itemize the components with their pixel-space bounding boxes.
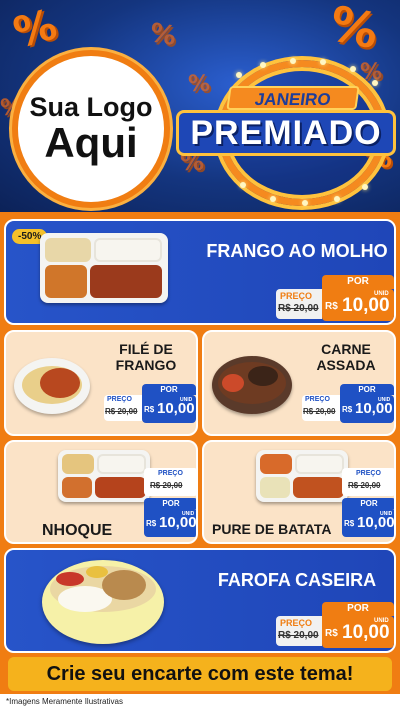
- cta-banner[interactable]: Crie seu encarte com este tema!: [8, 657, 392, 691]
- currency: R$: [146, 519, 157, 528]
- item-name: CARNE ASSADA: [298, 341, 394, 373]
- currency: R$: [325, 301, 338, 312]
- logo-line1: Sua Logo: [29, 91, 153, 122]
- item-name: PURE DE BATATA: [212, 521, 332, 537]
- currency: R$: [342, 405, 353, 414]
- price-value: 10,00: [342, 295, 390, 316]
- food-tray-image: [256, 450, 348, 502]
- price-box: R$ 10,00 UNID: [144, 509, 196, 537]
- preco-label: PREÇO: [107, 396, 132, 403]
- badge-janeiro: JANEIRO: [226, 86, 360, 110]
- old-price: R$ 20,00: [303, 407, 336, 416]
- item-name-line2: FRANGO: [115, 356, 177, 373]
- price-box: R$ 10,00 UNID: [340, 395, 394, 423]
- por-label: POR: [144, 498, 196, 509]
- food-bowl-image: [212, 356, 292, 414]
- header-banner: % % % % % % % % JANEIRO PREMIADO Sua Log…: [0, 0, 400, 212]
- item-name-line2: ASSADA: [316, 356, 376, 373]
- light-bulb-icon: [302, 200, 308, 206]
- unit-label: UNID: [182, 511, 195, 517]
- old-price: R$ 20,00: [278, 303, 319, 314]
- price-tag: PREÇO R$ 20,00 POR R$ 10,00 UNID: [340, 468, 394, 540]
- food-bowl-image: [14, 358, 90, 414]
- item-name: FRANGO AO MOLHO: [206, 241, 388, 261]
- unit-label: UNID: [374, 618, 389, 624]
- food-bowl-image: [42, 560, 164, 644]
- price-box: R$ 10,00 UNID: [322, 616, 394, 648]
- light-bulb-icon: [260, 62, 266, 68]
- logo-placeholder[interactable]: Sua Logo Aqui: [12, 50, 170, 208]
- price-tag: POR PREÇO R$ 20,00 R$ 10,00 UNID: [276, 602, 394, 648]
- unit-label: UNID: [180, 397, 193, 403]
- light-bulb-icon: [372, 80, 378, 86]
- por-label: POR: [142, 384, 196, 395]
- item-name: NHOQUE: [42, 522, 113, 539]
- product-card-nhoque[interactable]: NHOQUE PREÇO R$ 20,00 POR R$ 10,00 UNID: [4, 440, 198, 544]
- price-tag: POR PREÇO R$ 20,00 R$ 10,00 UNID: [276, 275, 394, 321]
- por-label: POR: [342, 498, 394, 509]
- food-tray-image: [40, 233, 168, 303]
- percent-decoration-icon: %: [360, 60, 383, 85]
- unit-label: UNID: [380, 511, 393, 517]
- light-bulb-icon: [320, 59, 326, 65]
- unit-label: UNID: [378, 397, 391, 403]
- preco-label: PREÇO: [280, 618, 313, 628]
- light-bulb-icon: [270, 196, 276, 202]
- product-card-pure-de-batata[interactable]: PURE DE BATATA PREÇO R$ 20,00 POR R$ 10,…: [202, 440, 396, 544]
- percent-decoration-icon: %: [324, 0, 384, 61]
- old-price: R$ 20,00: [105, 407, 138, 416]
- product-card-file-de-frango[interactable]: FILÉ DE FRANGO POR PREÇO R$ 20,00 R$ 10,…: [4, 330, 198, 436]
- product-card-farofa-caseira[interactable]: FAROFA CASEIRA POR PREÇO R$ 20,00 R$ 10,…: [4, 548, 396, 653]
- price-box: R$ 10,00 UNID: [322, 289, 394, 321]
- preco-label: PREÇO: [280, 291, 313, 301]
- price-value: 10,00: [342, 622, 390, 643]
- por-label: POR: [340, 384, 394, 395]
- unit-label: UNID: [374, 291, 389, 297]
- product-card-carne-assada[interactable]: CARNE ASSADA POR PREÇO R$ 20,00 R$ 10,00…: [202, 330, 396, 436]
- currency: R$: [144, 405, 155, 414]
- old-price: R$ 20,00: [150, 481, 183, 490]
- light-bulb-icon: [362, 184, 368, 190]
- footer-note: *Imagens Meramente Ilustrativas: [6, 697, 123, 706]
- percent-decoration-icon: %: [188, 72, 211, 97]
- preco-label: PREÇO: [158, 470, 183, 477]
- light-bulb-icon: [350, 66, 356, 72]
- light-bulb-icon: [240, 182, 246, 188]
- food-tray-image: [58, 450, 150, 502]
- light-bulb-icon: [290, 58, 296, 64]
- por-label: POR: [322, 275, 394, 289]
- product-card-frango-ao-molho[interactable]: -50% FRANGO AO MOLHO POR PREÇO R$ 20,00 …: [4, 219, 396, 325]
- light-bulb-icon: [334, 196, 340, 202]
- currency: R$: [325, 628, 338, 639]
- price-tag: PREÇO R$ 20,00 POR R$ 10,00 UNID: [142, 468, 196, 540]
- old-price: R$ 20,00: [278, 630, 319, 641]
- price-tag: POR PREÇO R$ 20,00 R$ 10,00 UNID: [302, 384, 394, 424]
- item-name-line1: CARNE: [321, 341, 371, 357]
- preco-label: PREÇO: [356, 470, 381, 477]
- price-tag: POR PREÇO R$ 20,00 R$ 10,00 UNID: [104, 384, 196, 424]
- percent-decoration-icon: %: [8, 0, 62, 58]
- item-name: FILÉ DE FRANGO: [98, 341, 194, 373]
- badge-premiado: PREMIADO: [176, 110, 396, 156]
- logo-line2: Aqui: [44, 119, 138, 167]
- footer: *Imagens Meramente Ilustrativas: [0, 694, 400, 711]
- item-name: FAROFA CASEIRA: [217, 570, 377, 590]
- light-bulb-icon: [236, 72, 242, 78]
- percent-decoration-icon: %: [147, 17, 179, 53]
- price-box: R$ 10,00 UNID: [142, 395, 196, 423]
- por-label: POR: [322, 602, 394, 616]
- preco-label: PREÇO: [305, 396, 330, 403]
- old-price: R$ 20,00: [348, 481, 381, 490]
- price-box: R$ 10,00 UNID: [342, 509, 394, 537]
- currency: R$: [344, 519, 355, 528]
- item-name-line1: FILÉ DE: [119, 341, 173, 357]
